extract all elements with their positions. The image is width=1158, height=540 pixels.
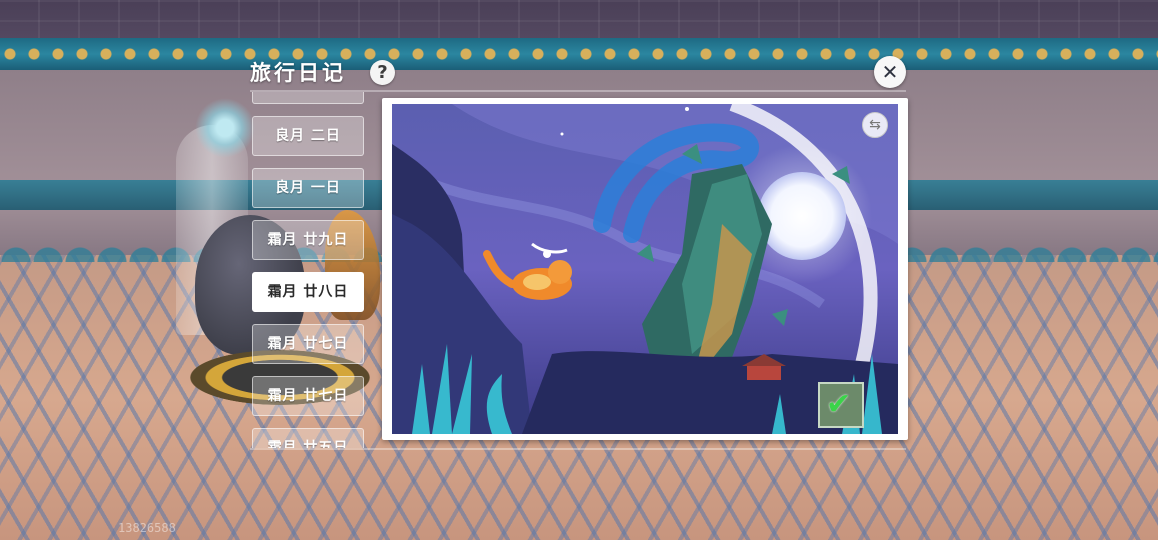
date-item[interactable]: 霜月 廿五日 — [252, 428, 364, 448]
date-item-selected[interactable]: 霜月 廿八日 — [252, 272, 364, 312]
date-item[interactable]: 良月 一日 — [252, 168, 364, 208]
date-item[interactable] — [252, 92, 364, 104]
divider-bottom — [250, 448, 906, 450]
close-button[interactable]: ✕ — [874, 56, 906, 88]
page-title: 旅行日记 — [250, 61, 346, 85]
fountain-spray — [195, 98, 255, 158]
swap-photo-button[interactable]: ⇆ — [862, 112, 888, 138]
user-id: 13826588 — [118, 521, 176, 535]
wall-trim — [0, 38, 1158, 70]
close-icon: ✕ — [881, 60, 899, 84]
date-item[interactable]: 良月 二日 — [252, 116, 364, 156]
date-item[interactable]: 霜月 廿七日 — [252, 324, 364, 364]
date-item[interactable]: 霜月 廿九日 — [252, 220, 364, 260]
help-button[interactable]: ? — [370, 60, 395, 85]
check-stamp: ✔ — [818, 382, 864, 428]
question-icon: ? — [377, 62, 388, 83]
checkmark-icon: ✔ — [826, 387, 852, 422]
date-list[interactable]: 良月 二日 良月 一日 霜月 廿九日 霜月 廿八日 霜月 廿七日 霜月 廿七日 … — [252, 92, 364, 448]
date-item[interactable]: 霜月 廿七日 — [252, 376, 364, 416]
swap-icon: ⇆ — [869, 117, 881, 133]
